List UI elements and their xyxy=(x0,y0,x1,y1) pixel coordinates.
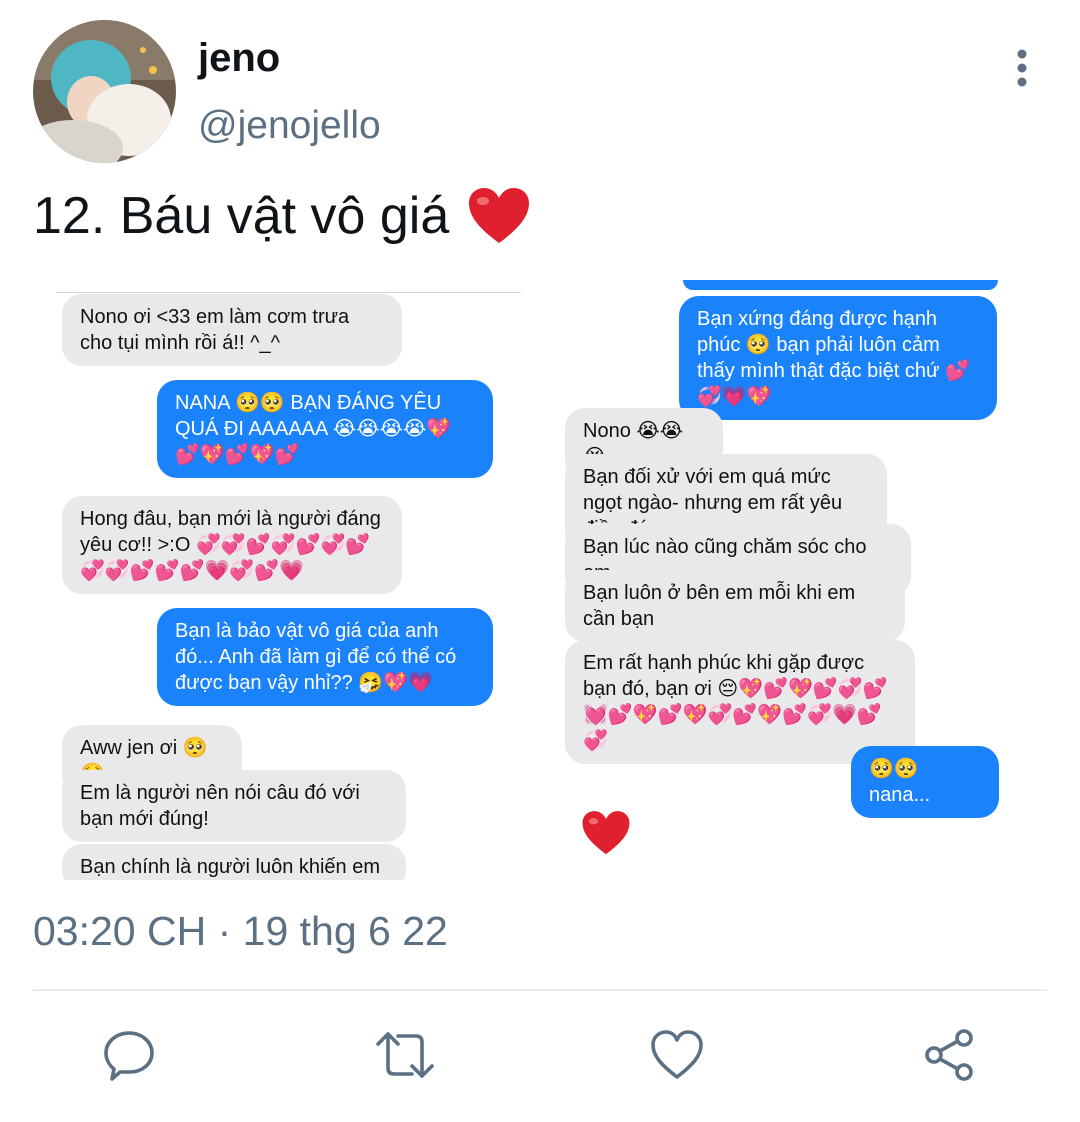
message-bubble-sent: Bạn xứng đáng được hạnh phúc 🥺 bạn phải … xyxy=(679,296,997,420)
red-heart-emoji xyxy=(469,188,530,243)
divider xyxy=(33,989,1047,991)
message-bubble-received: Em là người nên nói câu đó với bạn mới đ… xyxy=(62,770,406,842)
share-icon[interactable] xyxy=(922,1028,976,1082)
message-bubble-sent: NANA 🥺🥺 BẠN ĐÁNG YÊU QUÁ ĐI AAAAAA 😭😭😭😭💖… xyxy=(157,380,493,478)
display-name[interactable]: jeno xyxy=(198,36,280,81)
tweet-text-content: 12. Báu vật vô giá xyxy=(33,187,450,245)
message-bubble-sent: Bạn là bảo vật vô giá của anh đó... Anh … xyxy=(157,608,493,706)
message-bubble-received: Bạn luôn ở bên em mỗi khi em cần bạn xyxy=(565,570,905,642)
avatar[interactable] xyxy=(33,20,176,163)
message-bubble-received: Hong đâu, bạn mới là người đáng yêu cơ!!… xyxy=(62,496,402,594)
message-bubble-received: Nono ơi <33 em làm cơm trưa cho tụi mình… xyxy=(62,294,402,366)
like-icon[interactable] xyxy=(650,1028,704,1082)
message-bubble-received: Em rất hạnh phúc khi gặp được bạn đó, bạ… xyxy=(565,640,915,764)
tweet-text: 12. Báu vật vô giá xyxy=(33,186,531,246)
red-heart-emoji xyxy=(581,810,631,861)
tweet-timestamp[interactable]: 03:20 CH · 19 thg 6 22 xyxy=(33,908,448,955)
avatar-image xyxy=(33,20,176,163)
tweet-media[interactable]: Nono ơi <33 em làm cơm trưa cho tụi mình… xyxy=(33,280,1043,880)
message-bubble-sent: 🥺🥺 nana... xyxy=(851,746,999,818)
reply-icon[interactable] xyxy=(102,1028,156,1082)
divider xyxy=(56,292,521,293)
more-options-icon[interactable] xyxy=(1004,46,1040,92)
message-bubble-partial xyxy=(683,280,998,290)
message-bubble-received: Bạn chính là người luôn khiến em xyxy=(62,844,406,880)
user-handle[interactable]: @jenojello xyxy=(198,104,381,148)
retweet-icon[interactable] xyxy=(374,1028,436,1082)
